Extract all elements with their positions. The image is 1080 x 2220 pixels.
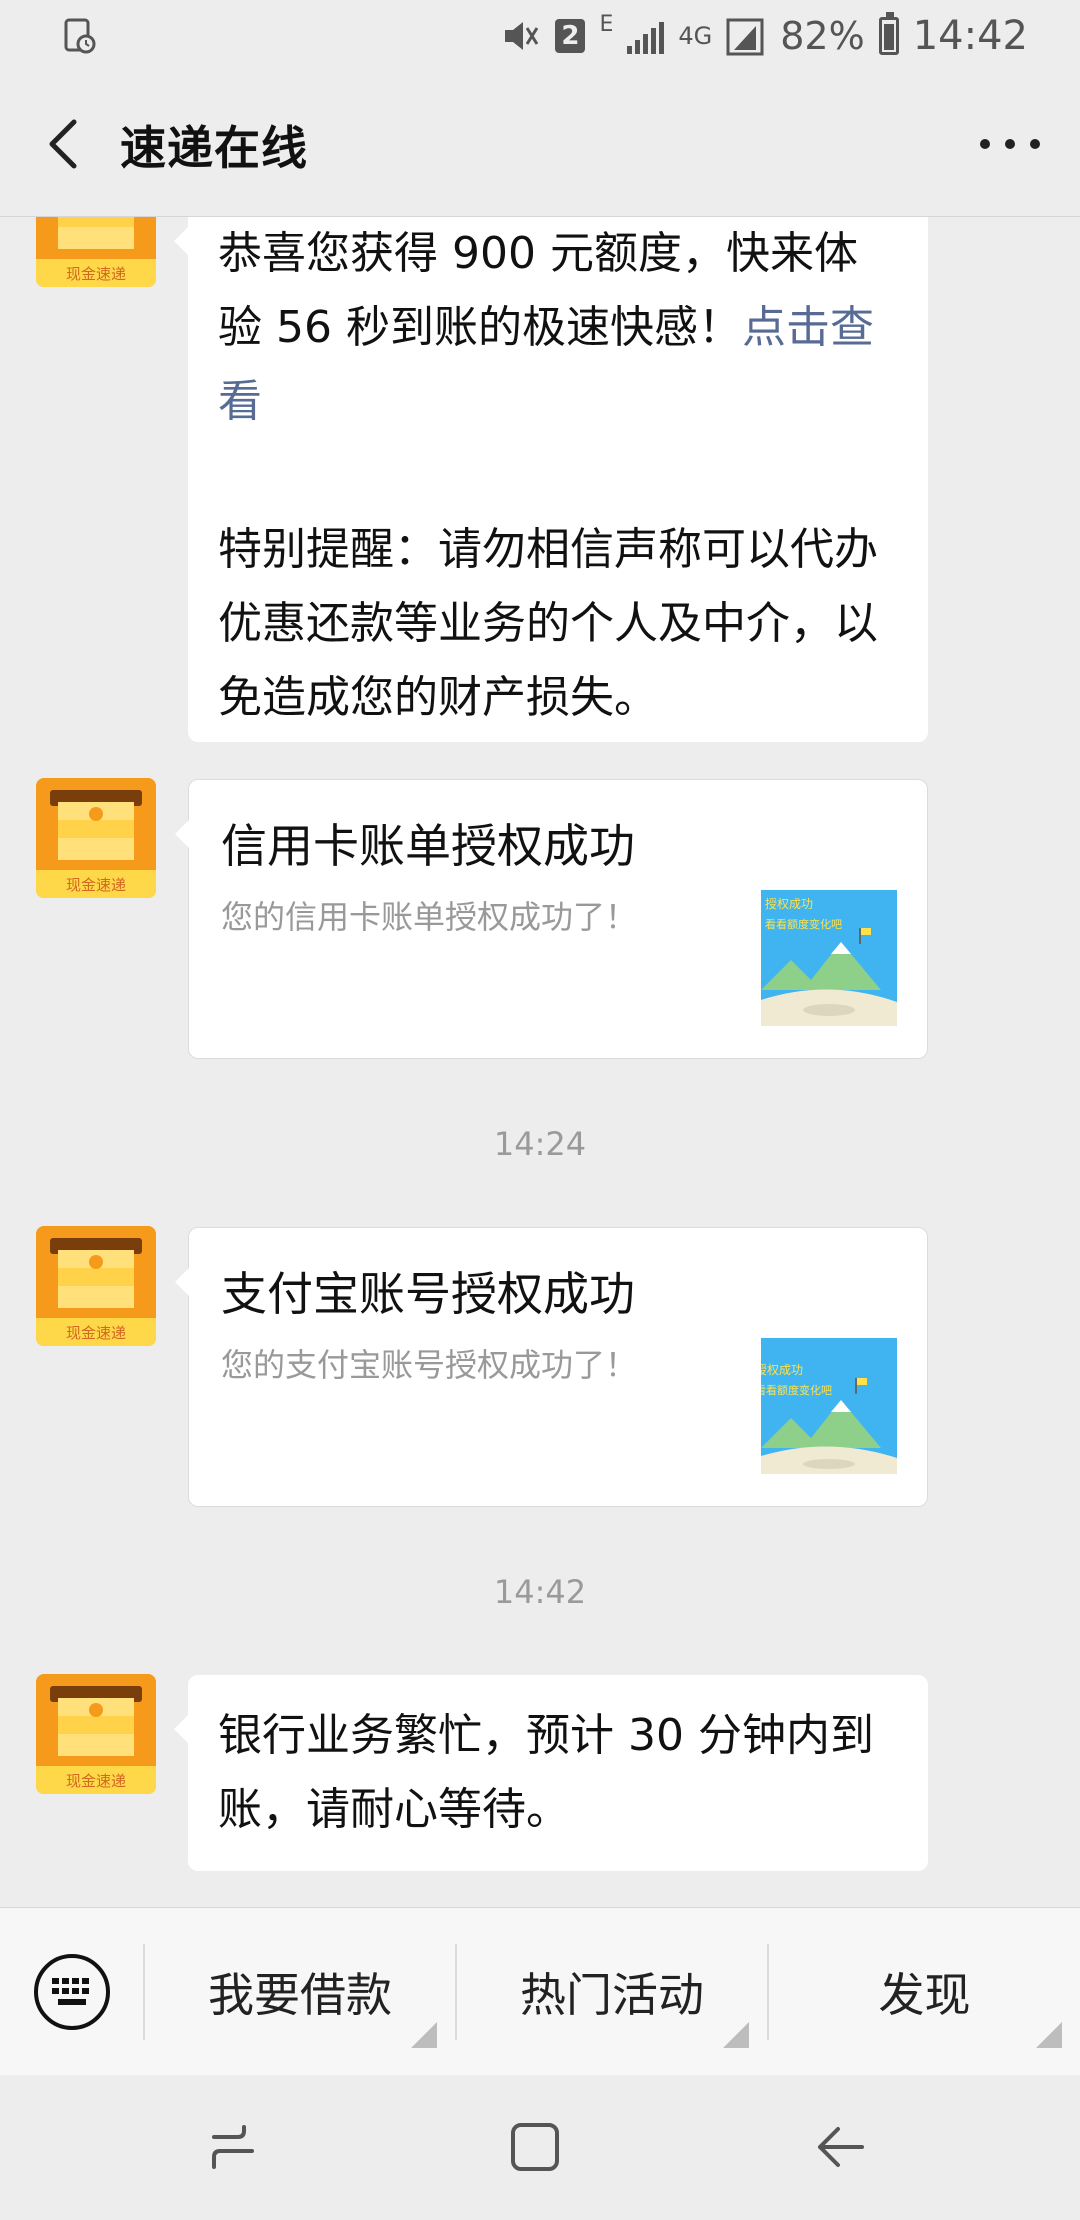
menu-item-label: 发现 xyxy=(878,1968,971,2022)
menu-item-activities[interactable]: 热门活动 xyxy=(457,1908,767,2076)
signal-strength-icon xyxy=(726,18,764,56)
battery-icon xyxy=(878,12,899,55)
home-icon[interactable] xyxy=(505,2117,565,2177)
signal-icon xyxy=(627,18,665,54)
page-title: 速递在线 xyxy=(120,121,308,175)
back-icon[interactable] xyxy=(810,2117,870,2177)
authorization-card[interactable]: 信用卡账单授权成功 您的信用卡账单授权成功了！ 授权成功 看看额度变化吧 xyxy=(175,779,928,1059)
menu-item-discover[interactable]: 发现 xyxy=(769,1908,1080,2076)
recent-apps-icon[interactable] xyxy=(204,2117,264,2177)
chat-area[interactable]: 现金速递 恭喜您获得 900 元额度，快来体验 56 秒到账的极速快感！点击查看… xyxy=(0,217,1080,1907)
avatar[interactable]: 现金速递 xyxy=(36,1226,156,1346)
svg-text:现金速递: 现金速递 xyxy=(66,1772,126,1790)
mute-icon xyxy=(505,22,539,50)
official-account-menu: 我要借款 热门活动 发现 xyxy=(0,1907,1080,2076)
avatar[interactable]: 现金速递 xyxy=(36,1674,156,1794)
menu-item-label: 我要借款 xyxy=(208,1968,392,2022)
cash-express-logo-icon: 现金速递 xyxy=(36,217,156,287)
svg-text:看看额度变化吧: 看看额度变化吧 xyxy=(761,1383,832,1397)
network-e-label: E xyxy=(599,12,614,37)
cash-express-logo-icon: 现金速递 xyxy=(36,1226,156,1346)
message-text: 恭喜您获得 900 元额度，快来体验 56 秒到账的极速快感！点击查看 特别提醒… xyxy=(188,217,928,735)
card-title: 信用卡账单授权成功 xyxy=(221,819,635,873)
card-description: 您的支付宝账号授权成功了！ xyxy=(221,1346,638,1384)
alarm-storage-icon xyxy=(64,18,96,54)
card-title: 支付宝账号授权成功 xyxy=(221,1267,635,1321)
cash-express-logo-icon: 现金速递 xyxy=(36,1674,156,1794)
battery-percent: 82% xyxy=(780,14,865,58)
system-nav-bar xyxy=(0,2075,1080,2220)
message-bubble[interactable]: 银行业务繁忙，预计 30 分钟内到账，请耐心等待。 xyxy=(174,1675,928,1871)
clock: 14:42 xyxy=(912,13,1028,59)
submenu-indicator-icon xyxy=(411,2022,437,2048)
svg-text:现金速递: 现金速递 xyxy=(66,265,126,283)
svg-text:看看额度变化吧: 看看额度变化吧 xyxy=(765,917,842,931)
status-bar: 2 E 4G 82% 14:42 xyxy=(0,0,1080,72)
chat-header: 速递在线 xyxy=(0,72,1080,217)
svg-text:授权成功: 授权成功 xyxy=(765,896,813,911)
reminder-text: 特别提醒：请勿相信声称可以代办优惠还款等业务的个人及中介，以免造成您的财产损失。 xyxy=(218,524,878,723)
svg-text:现金速递: 现金速递 xyxy=(66,876,126,894)
svg-text:现金速递: 现金速递 xyxy=(66,1324,126,1342)
avatar[interactable]: 现金速递 xyxy=(36,778,156,898)
menu-item-label: 热门活动 xyxy=(520,1968,704,2022)
cash-express-logo-icon: 现金速递 xyxy=(36,778,156,898)
submenu-indicator-icon xyxy=(1036,2022,1062,2048)
status-icons: 2 E 4G 82% 14:42 xyxy=(501,8,1028,64)
notification-badge: 2 xyxy=(555,19,586,53)
more-options-icon[interactable] xyxy=(980,124,1040,164)
submenu-indicator-icon xyxy=(723,2022,749,2048)
menu-item-borrow[interactable]: 我要借款 xyxy=(145,1908,455,2076)
card-thumbnail-image: 授权成功 看看额度变化吧 xyxy=(761,1338,897,1474)
keyboard-icon[interactable] xyxy=(32,1952,112,2032)
timestamp: 14:42 xyxy=(493,1573,587,1611)
network-4g-label: 4G xyxy=(678,22,713,50)
authorization-card[interactable]: 支付宝账号授权成功 您的支付宝账号授权成功了！ 授权成功 看看额度变化吧 xyxy=(175,1227,928,1507)
message-bubble[interactable]: 恭喜您获得 900 元额度，快来体验 56 秒到账的极速快感！点击查看 特别提醒… xyxy=(174,217,928,742)
svg-text:授权成功: 授权成功 xyxy=(761,1362,803,1377)
back-arrow-icon[interactable] xyxy=(38,116,94,172)
card-thumbnail-image: 授权成功 看看额度变化吧 xyxy=(761,890,897,1026)
avatar[interactable]: 现金速递 xyxy=(36,217,156,287)
message-text: 银行业务繁忙，预计 30 分钟内到账，请耐心等待。 xyxy=(218,1710,874,1835)
card-description: 您的信用卡账单授权成功了！ xyxy=(221,898,638,936)
timestamp: 14:24 xyxy=(493,1125,587,1163)
